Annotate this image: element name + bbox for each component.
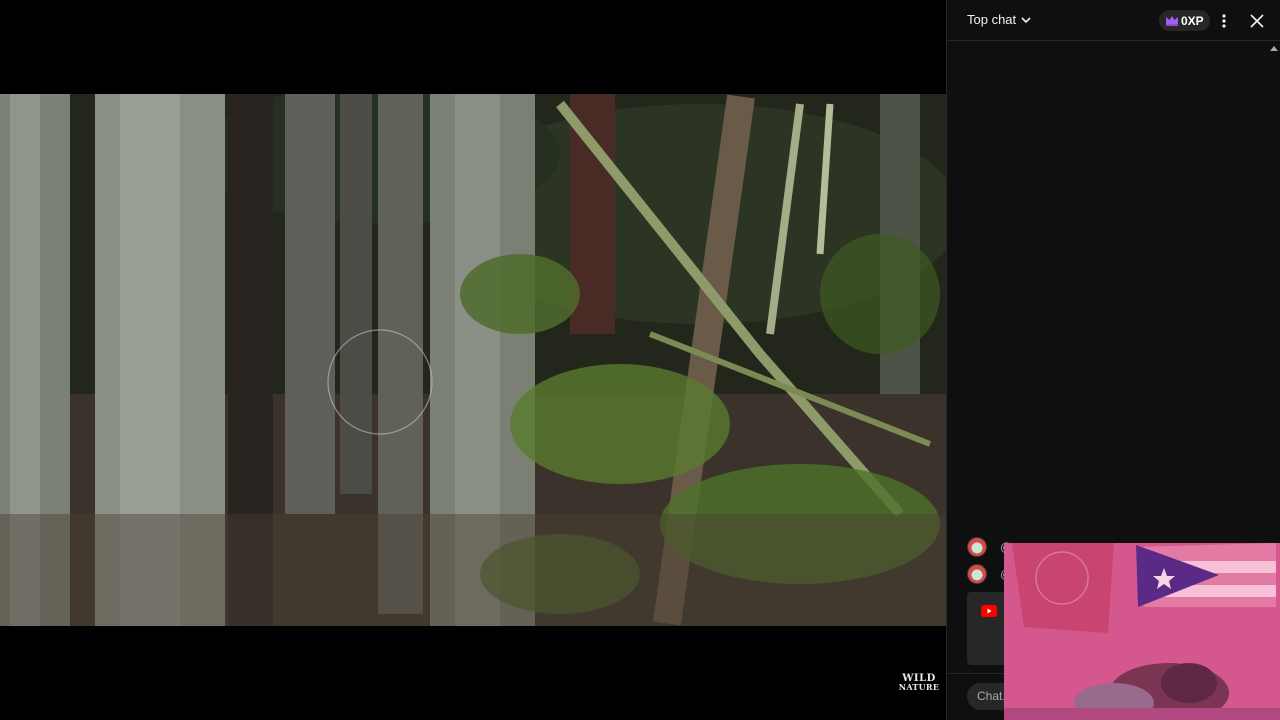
webcam-scene xyxy=(1004,543,1280,720)
avatar-icon[interactable] xyxy=(967,564,987,584)
webcam-overlay xyxy=(1004,543,1280,720)
close-icon xyxy=(1250,14,1264,28)
avatar-icon[interactable] xyxy=(967,537,987,557)
chevron-down-icon xyxy=(1021,16,1031,23)
chat-header: Top chat 0XP xyxy=(947,0,1280,41)
youtube-icon xyxy=(981,605,997,617)
forest-scene xyxy=(0,94,946,626)
close-chat-button[interactable] xyxy=(1247,11,1267,31)
crown-icon xyxy=(1166,16,1178,26)
xp-badge-text: 0XP xyxy=(1181,13,1204,28)
chat-banner-card[interactable] xyxy=(967,592,1007,665)
xp-badge[interactable]: 0XP xyxy=(1159,10,1210,31)
chat-mode-label: Top chat xyxy=(967,12,1017,27)
channel-watermark-logo[interactable]: WILD NATURE xyxy=(898,672,940,694)
video-player[interactable]: WILD NATURE xyxy=(0,0,946,720)
more-options-button[interactable] xyxy=(1215,11,1233,31)
more-vert-icon xyxy=(1222,14,1226,28)
watermark-line2: NATURE xyxy=(898,682,940,692)
video-frame-forest[interactable] xyxy=(0,94,946,626)
chat-mode-dropdown[interactable]: Top chat xyxy=(967,12,1032,27)
